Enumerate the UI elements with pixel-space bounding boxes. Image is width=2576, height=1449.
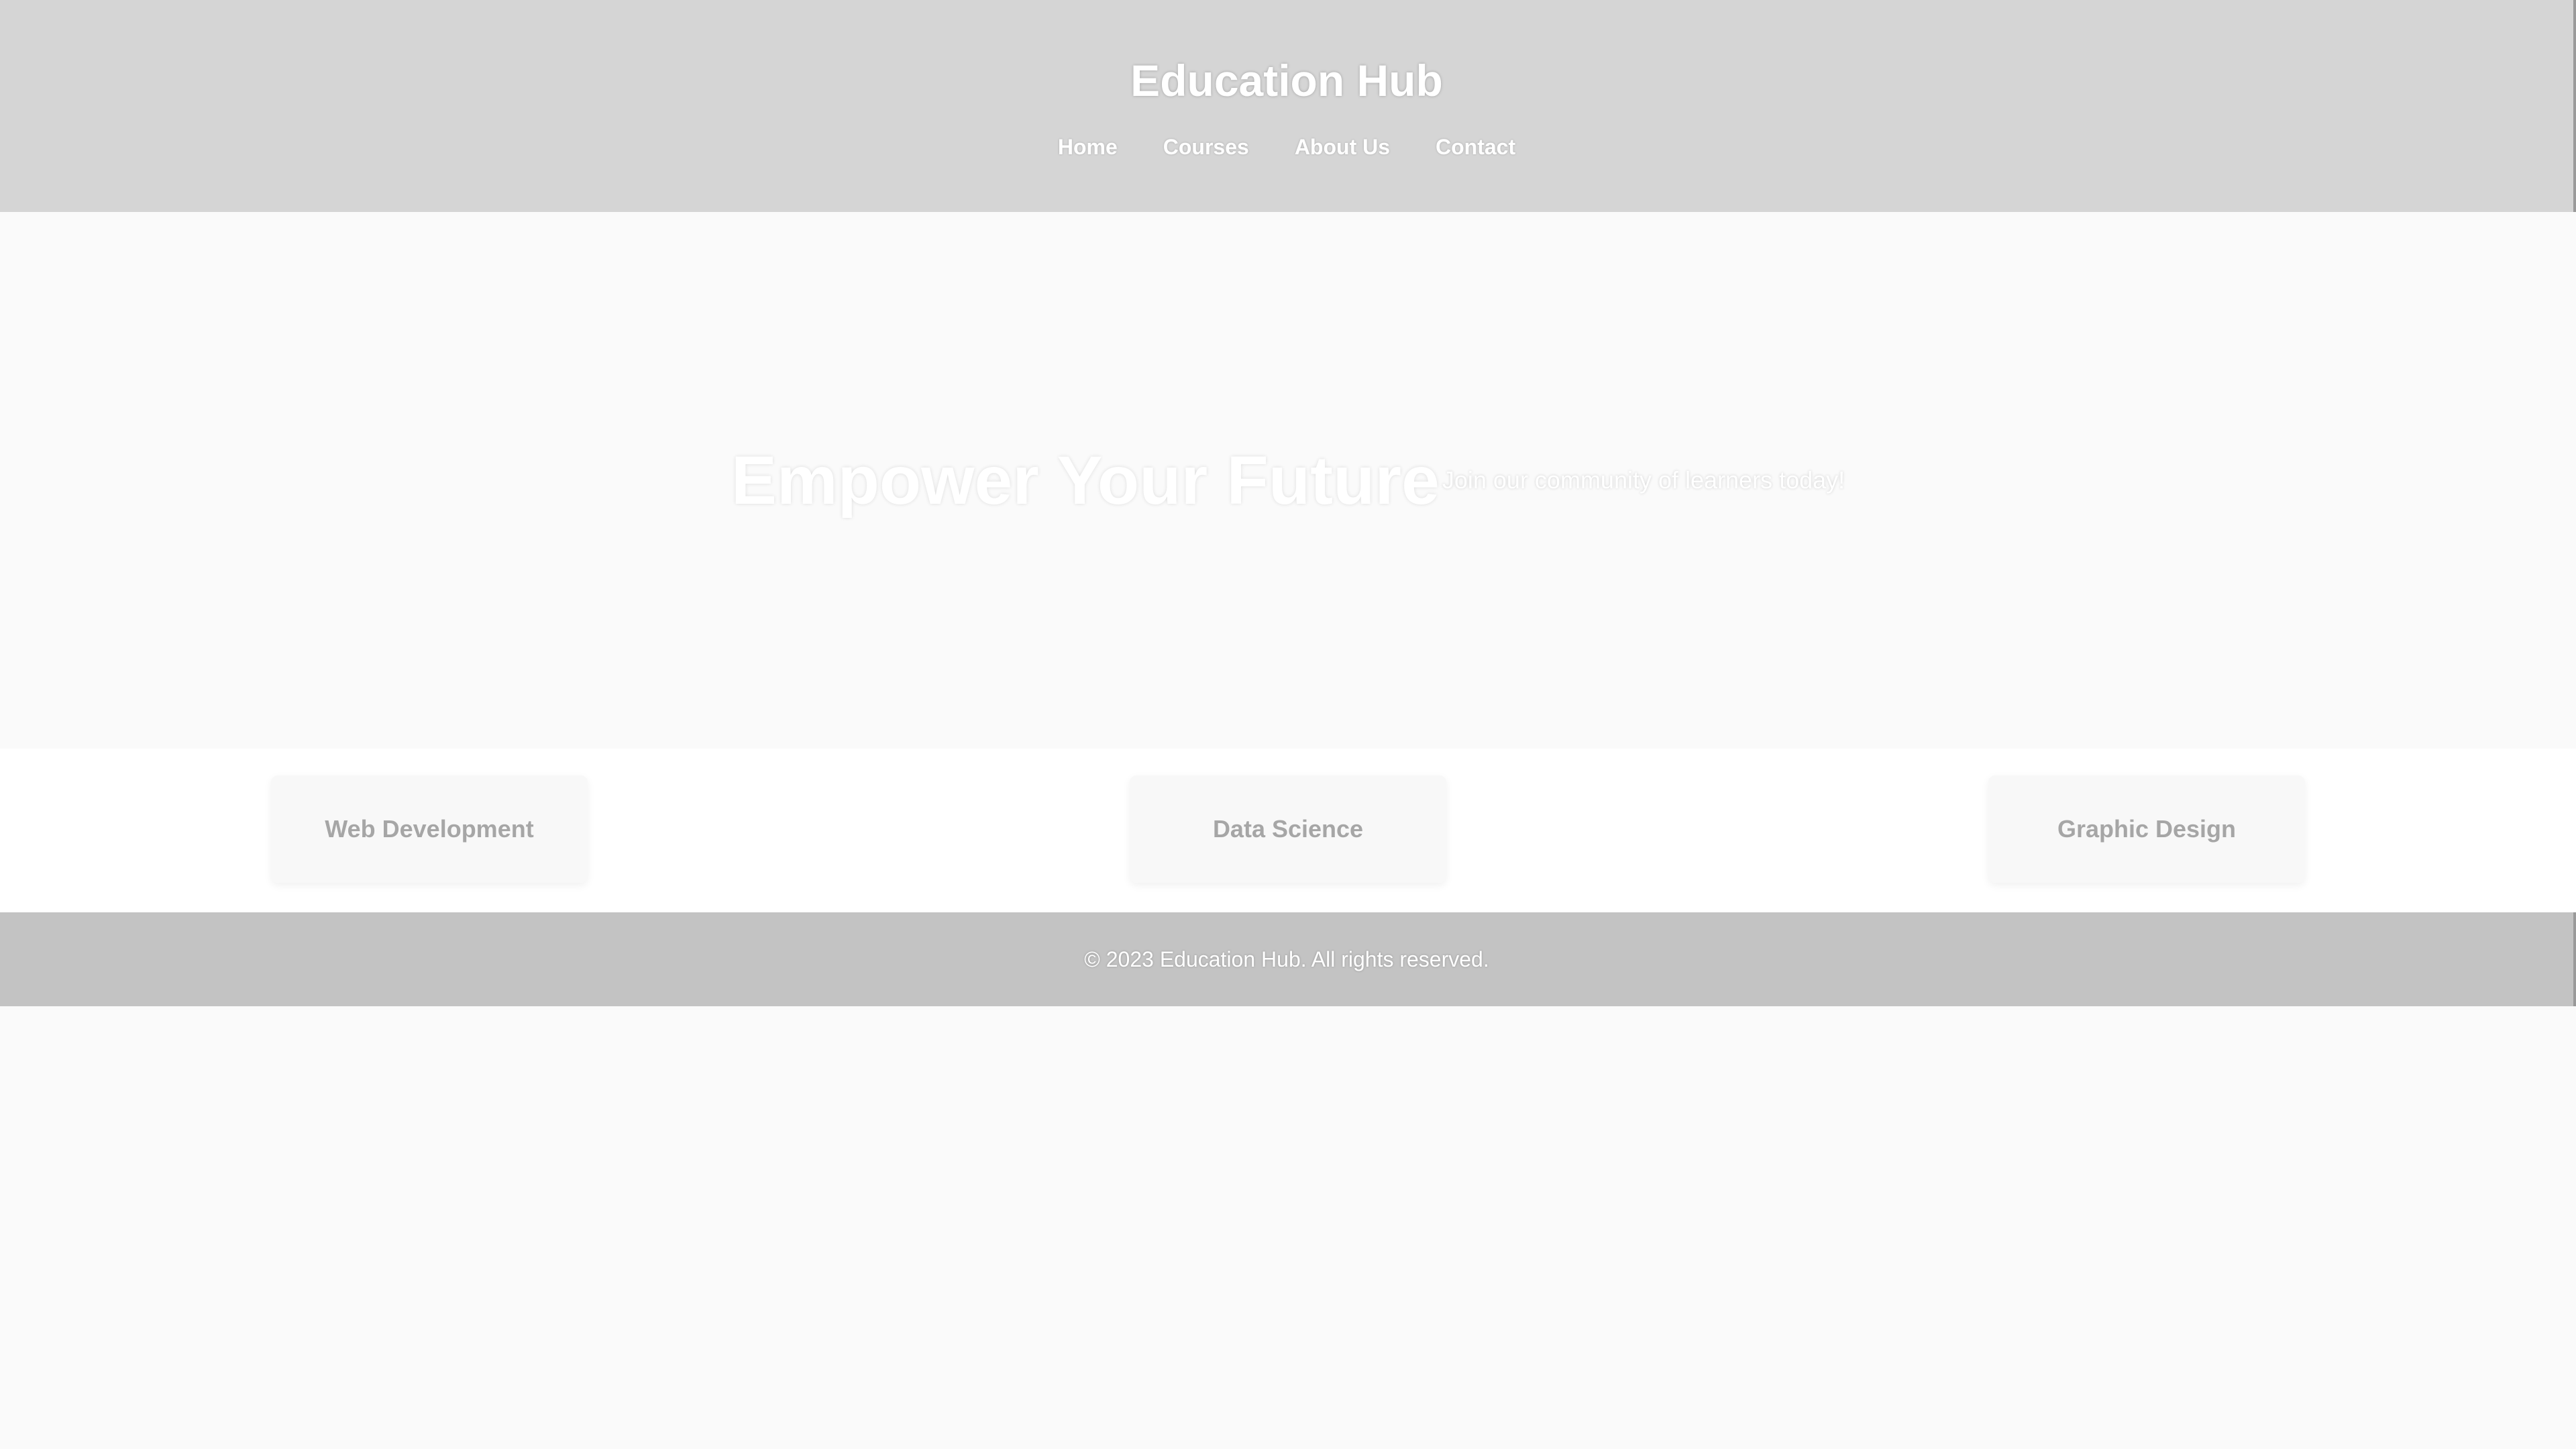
nav-link-courses[interactable]: Courses (1163, 129, 1249, 165)
course-title: Web Development (325, 815, 534, 843)
site-title[interactable]: Education Hub (0, 48, 2573, 113)
nav-link-about-us[interactable]: About Us (1295, 129, 1390, 165)
course-card-data-science[interactable]: Data Science (1130, 775, 1446, 883)
site-header: Education Hub Home Courses About Us Cont… (0, 0, 2576, 212)
course-title: Data Science (1212, 815, 1364, 843)
hero-title: Empower Your Future (731, 441, 1440, 519)
empty-page-area (0, 1006, 2576, 1449)
courses-section: Web Development Data Science Graphic Des… (0, 749, 2576, 912)
hero-subtitle: Join our community of learners today! (1442, 466, 1845, 494)
nav-link-contact[interactable]: Contact (1436, 129, 1515, 165)
hero-section: Empower Your Future Join our community o… (0, 212, 2576, 749)
nav-link-home[interactable]: Home (1058, 129, 1118, 165)
course-card-graphic-design[interactable]: Graphic Design (1988, 775, 2305, 883)
course-title: Graphic Design (2057, 815, 2237, 843)
main-nav: Home Courses About Us Contact (0, 129, 2573, 165)
page: Education Hub Home Courses About Us Cont… (0, 0, 2576, 1449)
course-card-web-development[interactable]: Web Development (271, 775, 588, 883)
site-footer: © 2023 Education Hub. All rights reserve… (0, 912, 2576, 1006)
footer-copyright: © 2023 Education Hub. All rights reserve… (1084, 947, 1489, 971)
